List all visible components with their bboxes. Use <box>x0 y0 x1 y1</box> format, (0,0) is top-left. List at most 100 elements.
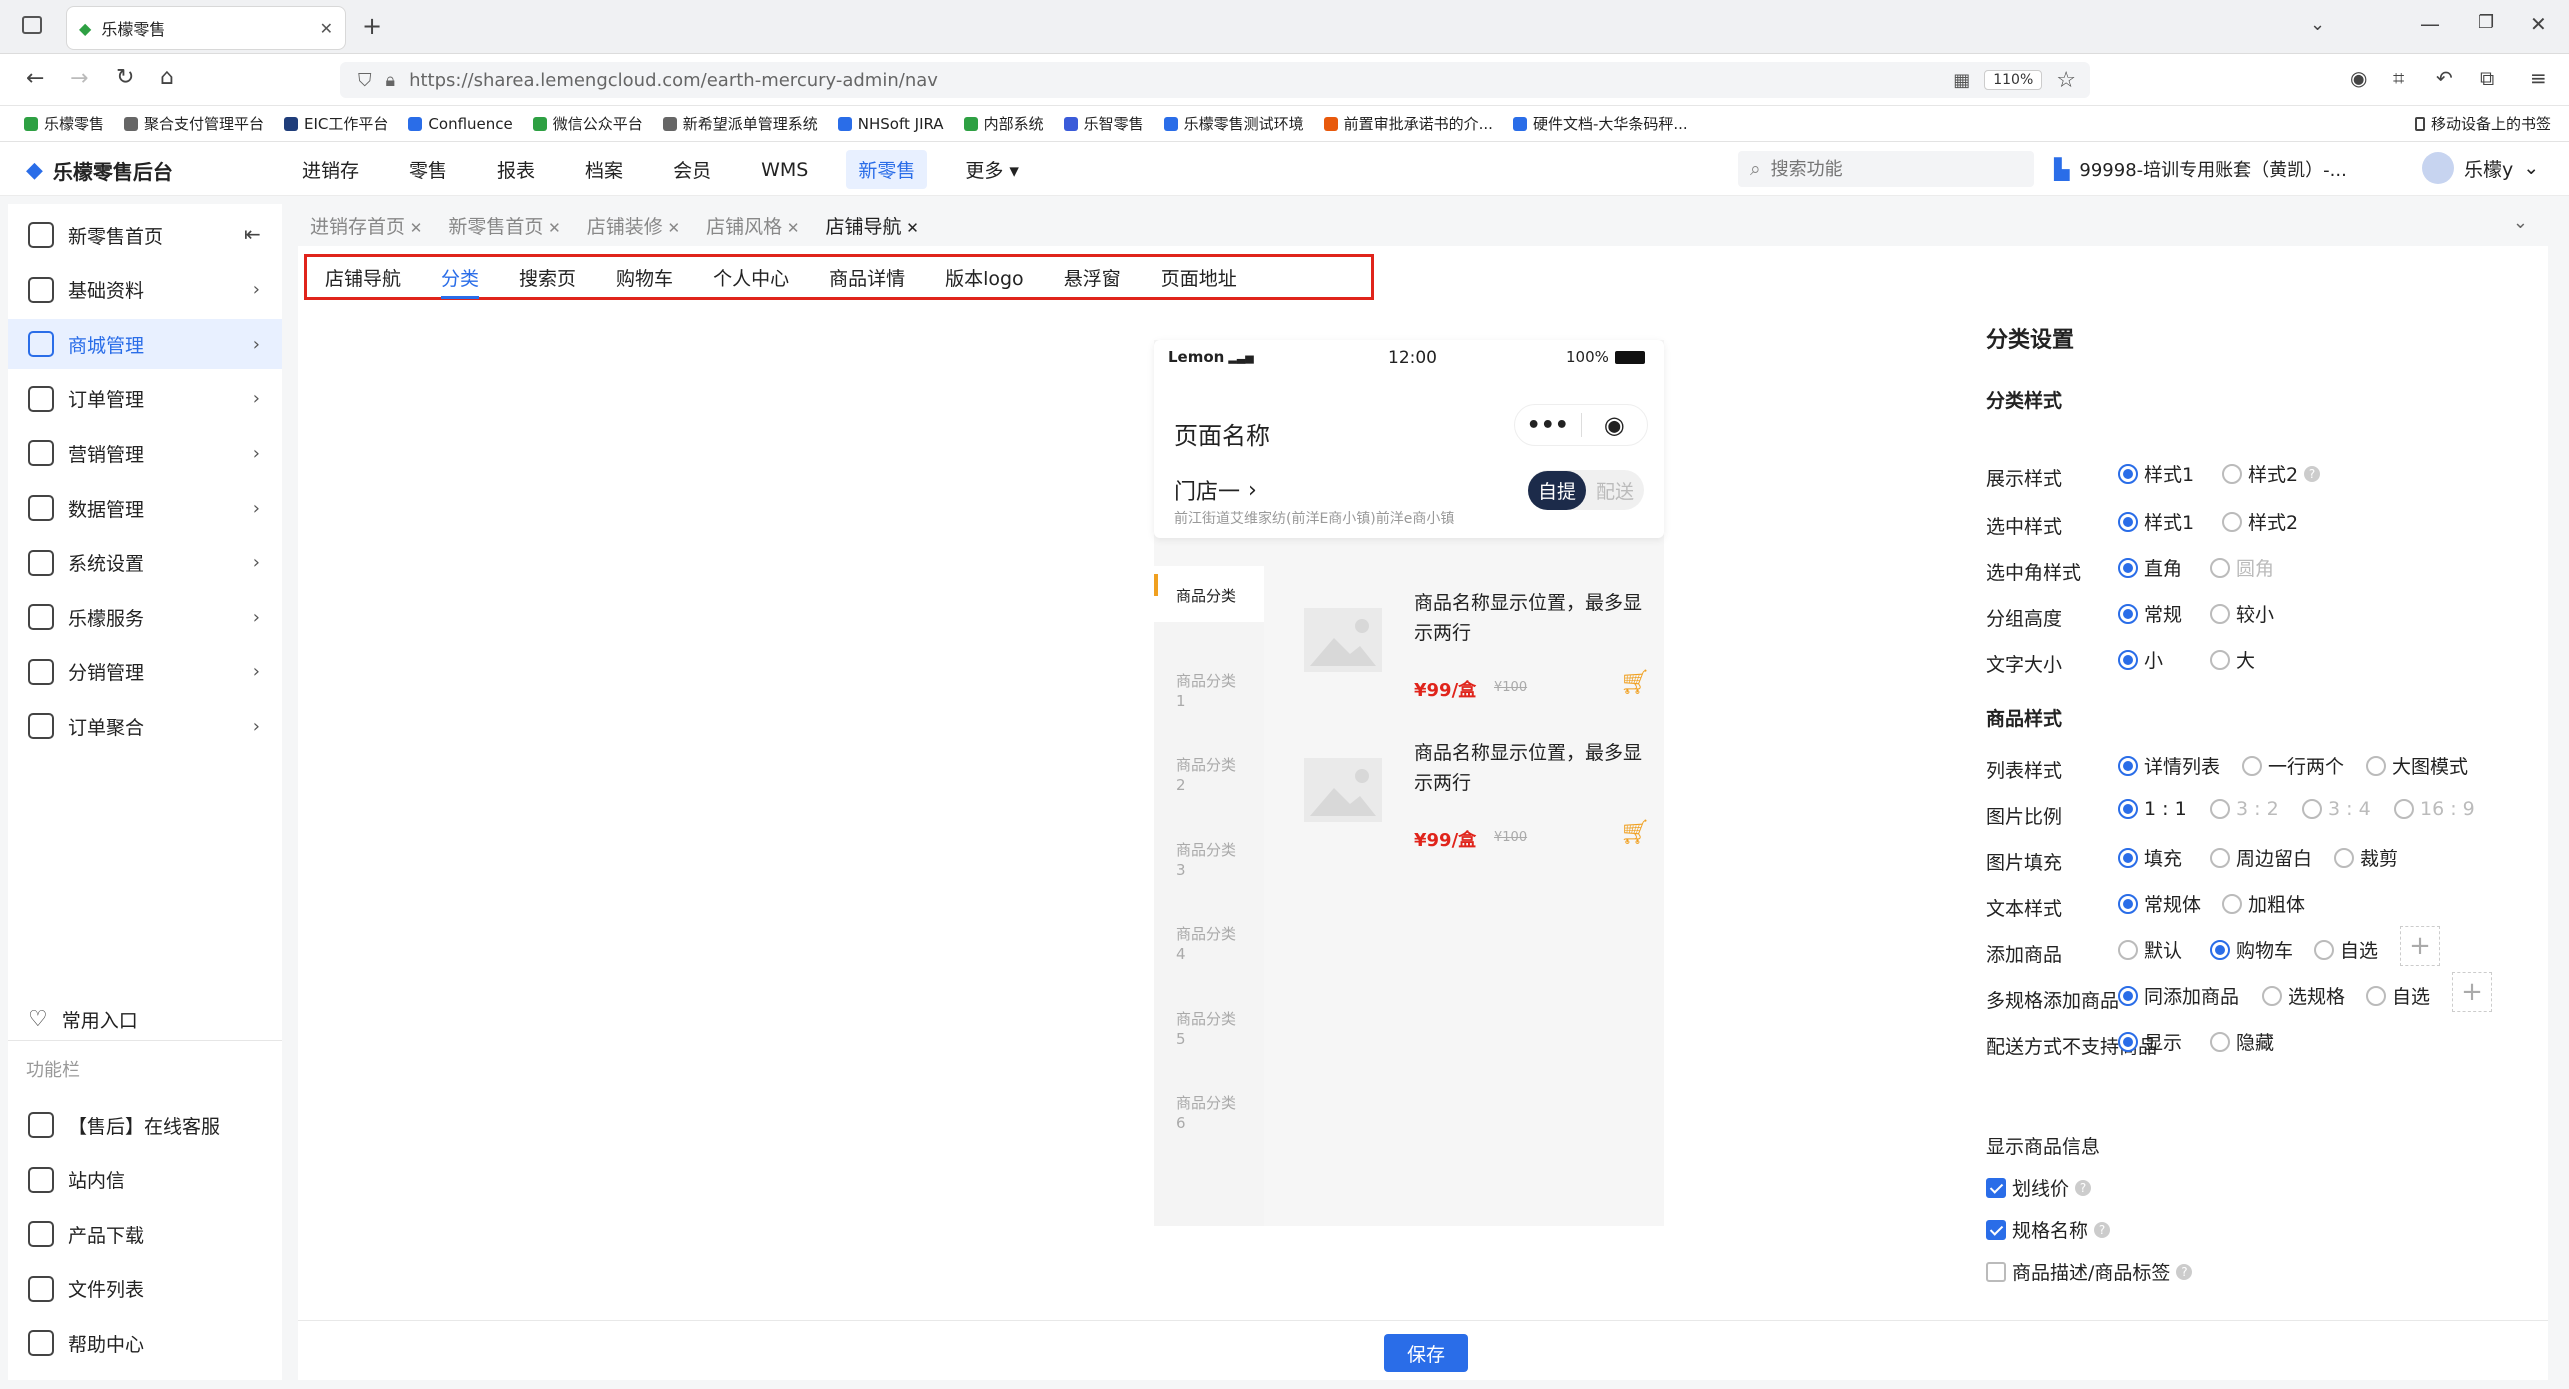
radio-button[interactable] <box>2118 649 2138 670</box>
radio-button[interactable] <box>2118 511 2138 532</box>
radio-option[interactable]: 自选 <box>2366 982 2430 1009</box>
radio-button[interactable] <box>2242 755 2262 776</box>
radio-option[interactable]: 同添加商品 <box>2118 982 2239 1009</box>
close-window-icon[interactable]: ✕ <box>2530 12 2547 36</box>
close-tab-icon[interactable]: ✕ <box>663 219 681 237</box>
category-item[interactable]: 商品分类 5 <box>1176 1009 1236 1049</box>
radio-option[interactable]: 常规体 <box>2118 890 2201 917</box>
category-item[interactable]: 商品分类 6 <box>1176 1093 1236 1133</box>
radio-button[interactable] <box>2118 893 2138 914</box>
new-tab-icon[interactable]: + <box>362 12 382 40</box>
radio-button[interactable] <box>2210 939 2230 960</box>
radio-button[interactable] <box>2118 463 2138 484</box>
radio-button[interactable] <box>2210 847 2230 868</box>
radio-button[interactable] <box>2222 893 2242 914</box>
radio-option[interactable]: 样式2 <box>2222 508 2298 535</box>
undo-icon[interactable]: ↶ <box>2436 66 2453 90</box>
top-nav-item[interactable]: 新零售 <box>846 150 928 189</box>
checkbox[interactable] <box>1986 1219 2006 1240</box>
sidebar-item[interactable]: 数据管理 › <box>8 483 282 533</box>
page-tab[interactable]: 新零售首页 ✕ <box>444 206 564 245</box>
help-icon[interactable]: ? <box>2075 1179 2092 1196</box>
radio-option[interactable]: 样式1 <box>2118 508 2194 535</box>
back-icon[interactable]: ← <box>26 66 44 91</box>
home-icon[interactable]: ⌂ <box>160 65 174 90</box>
subtab[interactable]: 版本logo <box>933 264 1052 291</box>
bookmark-item[interactable]: 内部系统 <box>963 113 1044 134</box>
forward-icon[interactable]: → <box>70 66 88 91</box>
page-tab[interactable]: 进销存首页 ✕ <box>306 206 426 245</box>
browser-tab[interactable]: ◆ 乐檬零售 ✕ <box>66 6 346 50</box>
subtab[interactable]: 购物车 <box>604 264 701 291</box>
radio-button[interactable] <box>2118 755 2138 776</box>
zoom-badge[interactable]: 110% <box>1984 70 2043 90</box>
chevron-down-icon[interactable]: ⌄ <box>2513 212 2528 233</box>
account-icon[interactable]: ◉ <box>2350 66 2367 90</box>
radio-button[interactable] <box>2118 939 2138 960</box>
top-nav-item[interactable]: 会员 <box>661 150 723 189</box>
capsule-menu[interactable]: ••• ◉ <box>1514 404 1648 446</box>
sidebar-item[interactable]: 新零售首页 <box>8 210 282 260</box>
radio-button[interactable] <box>2334 847 2354 868</box>
save-button[interactable]: 保存 <box>1384 1334 1468 1372</box>
sidebar-item[interactable]: 基础资料 › <box>8 265 282 315</box>
bookmark-item[interactable]: NHSoft JIRA <box>837 115 944 133</box>
checkbox-option[interactable]: 商品描述/商品标签? <box>1986 1258 2193 1285</box>
radio-option[interactable]: 1 : 1 <box>2118 798 2187 820</box>
sidebar-item[interactable]: 营销管理 › <box>8 428 282 478</box>
sidebar-item[interactable]: 分销管理 › <box>8 647 282 697</box>
checkbox-option[interactable]: 划线价? <box>1986 1174 2092 1201</box>
top-nav-item[interactable]: 档案 <box>573 150 635 189</box>
collapse-sidebar-icon[interactable]: ⇤ <box>244 222 261 246</box>
category-item[interactable]: 商品分类 4 <box>1176 924 1236 964</box>
store-selector[interactable]: 门店一 › <box>1174 474 1257 506</box>
category-item[interactable]: 商品分类 <box>1176 586 1236 606</box>
close-tab-icon[interactable]: ✕ <box>543 219 561 237</box>
radio-button[interactable] <box>2118 1031 2138 1052</box>
radio-button[interactable] <box>2210 1031 2230 1052</box>
subtab[interactable]: 悬浮窗 <box>1052 264 1149 291</box>
delivery-option[interactable]: 配送 <box>1586 471 1644 510</box>
help-icon[interactable]: ? <box>2176 1263 2193 1280</box>
bookmark-item[interactable]: 乐檬零售 <box>24 113 104 134</box>
radio-option[interactable]: 自选 <box>2314 936 2378 963</box>
restore-icon[interactable]: ❐ <box>2478 12 2494 33</box>
add-option-icon[interactable]: + <box>2400 926 2440 966</box>
radio-option[interactable]: 大 <box>2210 646 2255 673</box>
help-icon[interactable]: ? <box>2094 1221 2111 1238</box>
cart-icon[interactable]: 🛒︎ <box>1620 668 1650 696</box>
sidebar-item[interactable]: 乐檬服务 › <box>8 592 282 642</box>
bookmark-item[interactable]: 聚合支付管理平台 <box>124 113 264 134</box>
top-nav-item[interactable]: WMS <box>749 153 820 187</box>
sidebar-tool-item[interactable]: 【售后】在线客服 <box>8 1100 282 1150</box>
radio-option[interactable]: 加粗体 <box>2222 890 2305 917</box>
category-item[interactable]: 商品分类 2 <box>1176 755 1236 795</box>
pickup-option[interactable]: 自提 <box>1528 470 1587 510</box>
category-item[interactable]: 商品分类 1 <box>1176 671 1236 711</box>
checkbox-option[interactable]: 规格名称? <box>1986 1216 2111 1243</box>
bookmark-item[interactable]: 乐檬零售测试环境 <box>1163 113 1304 134</box>
close-tab-icon[interactable]: ✕ <box>405 219 423 237</box>
sidebar-item[interactable]: 订单管理 › <box>8 374 282 424</box>
page-tab[interactable]: 店铺风格 ✕ <box>702 206 803 245</box>
radio-option[interactable]: 常规 <box>2118 600 2182 627</box>
radio-option[interactable]: 大图模式 <box>2366 752 2468 779</box>
mobile-bookmarks[interactable]: 移动设备上的书签 <box>2414 113 2551 134</box>
bookmark-item[interactable]: EIC工作平台 <box>284 113 388 134</box>
radio-option[interactable]: 直角 <box>2118 554 2182 581</box>
top-nav-item[interactable]: 零售 <box>397 150 459 189</box>
add-option-icon[interactable]: + <box>2452 972 2492 1012</box>
sidebar-item[interactable]: 商城管理 › <box>8 319 282 370</box>
radio-button[interactable] <box>2210 649 2230 670</box>
delivery-toggle[interactable]: 自提 配送 <box>1528 470 1645 510</box>
radio-button[interactable] <box>2118 985 2138 1006</box>
minimize-icon[interactable]: — <box>2420 12 2440 36</box>
sidebar-item[interactable]: 订单聚合 › <box>8 701 282 751</box>
favorites-entry[interactable]: ♡ 常用入口 <box>8 994 282 1044</box>
radio-option[interactable]: 选规格 <box>2262 982 2345 1009</box>
help-icon[interactable]: ? <box>2304 465 2321 482</box>
subtab[interactable]: 搜索页 <box>507 264 604 291</box>
sidebar-item[interactable]: 系统设置 › <box>8 538 282 588</box>
radio-button[interactable] <box>2366 755 2386 776</box>
search-input[interactable] <box>1770 158 1991 180</box>
